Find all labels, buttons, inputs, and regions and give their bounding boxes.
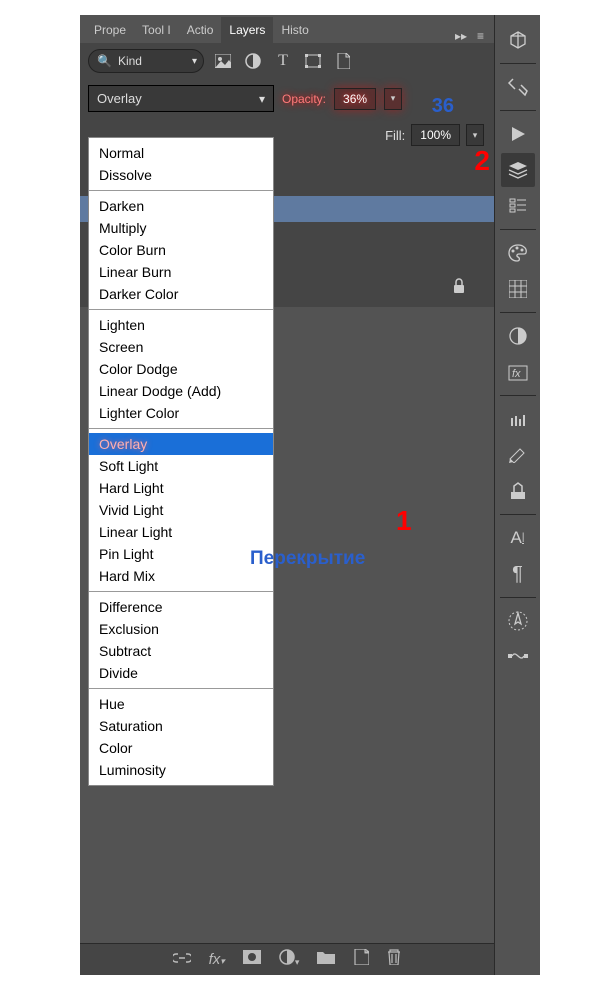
blend-mode-option[interactable]: Darker Color	[89, 283, 273, 305]
layer-mask-icon[interactable]	[243, 950, 261, 969]
adjustment-layer-icon[interactable]: ▾	[279, 949, 300, 970]
layers-panel-icon[interactable]	[501, 153, 535, 187]
brushes-icon[interactable]	[501, 402, 535, 436]
play-icon[interactable]	[501, 117, 535, 151]
blend-mode-option[interactable]: Vivid Light	[89, 499, 273, 521]
blend-mode-select[interactable]: Overlay	[88, 85, 274, 112]
blend-mode-option[interactable]: Hard Mix	[89, 565, 273, 587]
filter-smartobject-icon[interactable]	[334, 52, 352, 70]
paths-icon[interactable]	[501, 640, 535, 674]
opacity-label: Opacity:	[282, 92, 326, 106]
panel-menu-icon[interactable]: ≡	[477, 29, 484, 43]
blend-mode-option[interactable]: Difference	[89, 596, 273, 618]
tab-layers[interactable]: Layers	[221, 17, 273, 43]
right-toolbar: fx A| ¶	[494, 15, 540, 975]
blend-mode-option[interactable]: Dissolve	[89, 164, 273, 186]
delete-layer-icon[interactable]	[387, 949, 401, 970]
channels-icon[interactable]	[501, 189, 535, 223]
search-icon: 🔍	[97, 54, 112, 68]
link-layers-icon[interactable]	[173, 951, 191, 969]
tab-properties[interactable]: Prope	[86, 17, 134, 43]
blend-mode-option[interactable]: Overlay	[89, 433, 273, 455]
fill-dropdown-icon[interactable]: ▾	[466, 124, 484, 146]
styles-icon[interactable]: fx	[501, 355, 535, 389]
fill-label: Fill:	[385, 128, 405, 143]
annotation-2: 2	[474, 145, 490, 177]
blend-mode-option[interactable]: Linear Dodge (Add)	[89, 380, 273, 402]
filter-adjustment-icon[interactable]	[244, 52, 262, 70]
blend-mode-option[interactable]: Saturation	[89, 715, 273, 737]
color-icon[interactable]	[501, 236, 535, 270]
blend-mode-option[interactable]: Screen	[89, 336, 273, 358]
blend-mode-option[interactable]: Color Dodge	[89, 358, 273, 380]
layer-filter-row: 🔍 Kind T	[80, 43, 494, 79]
blend-mode-option[interactable]: Lighter Color	[89, 402, 273, 424]
blend-mode-option[interactable]: Soft Light	[89, 455, 273, 477]
filter-shape-icon[interactable]	[304, 52, 322, 70]
annotation-overlay-translation: Перекрытие	[250, 548, 365, 570]
blend-mode-option[interactable]: Linear Light	[89, 521, 273, 543]
brush-settings-icon[interactable]	[501, 438, 535, 472]
blend-mode-option[interactable]: Hue	[89, 693, 273, 715]
panel-tabs: Prope Tool I Actio Layers Histo ▸▸ ≡	[80, 15, 494, 43]
paragraph-icon[interactable]: ¶	[501, 557, 535, 591]
collapse-icon[interactable]: ▸▸	[455, 29, 467, 43]
blend-mode-option[interactable]: Pin Light	[89, 543, 273, 565]
tab-actions[interactable]: Actio	[179, 17, 222, 43]
blend-mode-option[interactable]: Linear Burn	[89, 261, 273, 283]
annotation-1: 1	[396, 505, 412, 537]
blend-mode-menu: NormalDissolveDarkenMultiplyColor BurnLi…	[88, 137, 274, 786]
svg-text:fx: fx	[512, 368, 521, 380]
new-layer-icon[interactable]	[353, 949, 369, 970]
lock-icon	[452, 278, 466, 299]
layer-style-icon[interactable]: fx▾	[209, 951, 225, 968]
filter-pixel-icon[interactable]	[214, 52, 232, 70]
blend-mode-option[interactable]: Luminosity	[89, 759, 273, 781]
annotation-36: 36	[432, 95, 454, 118]
blend-mode-option[interactable]: Lighten	[89, 314, 273, 336]
blend-mode-option[interactable]: Darken	[89, 195, 273, 217]
swatches-icon[interactable]	[501, 272, 535, 306]
filter-type-icon[interactable]: T	[274, 52, 292, 70]
3d-icon[interactable]	[501, 23, 535, 57]
blend-mode-option[interactable]: Color Burn	[89, 239, 273, 261]
tools-settings-icon[interactable]	[501, 70, 535, 104]
filter-kind-select[interactable]: 🔍 Kind	[88, 49, 204, 73]
navigator-icon[interactable]	[501, 604, 535, 638]
blend-mode-option[interactable]: Divide	[89, 662, 273, 684]
blend-mode-option[interactable]: Exclusion	[89, 618, 273, 640]
fill-value[interactable]: 100%	[411, 124, 460, 146]
new-group-icon[interactable]	[317, 950, 335, 969]
blend-mode-option[interactable]: Normal	[89, 142, 273, 164]
blend-mode-option[interactable]: Color	[89, 737, 273, 759]
tab-tool-presets[interactable]: Tool I	[134, 17, 179, 43]
blend-mode-option[interactable]: Multiply	[89, 217, 273, 239]
blend-mode-option[interactable]: Hard Light	[89, 477, 273, 499]
blend-mode-option[interactable]: Subtract	[89, 640, 273, 662]
adjustments-icon[interactable]	[501, 319, 535, 353]
opacity-value[interactable]: 36%	[334, 88, 376, 110]
clone-source-icon[interactable]	[501, 474, 535, 508]
character-icon[interactable]: A|	[501, 521, 535, 555]
tab-history[interactable]: Histo	[273, 17, 316, 43]
layers-bottom-bar: fx▾ ▾	[80, 943, 494, 975]
opacity-dropdown-icon[interactable]: ▾	[384, 88, 402, 110]
